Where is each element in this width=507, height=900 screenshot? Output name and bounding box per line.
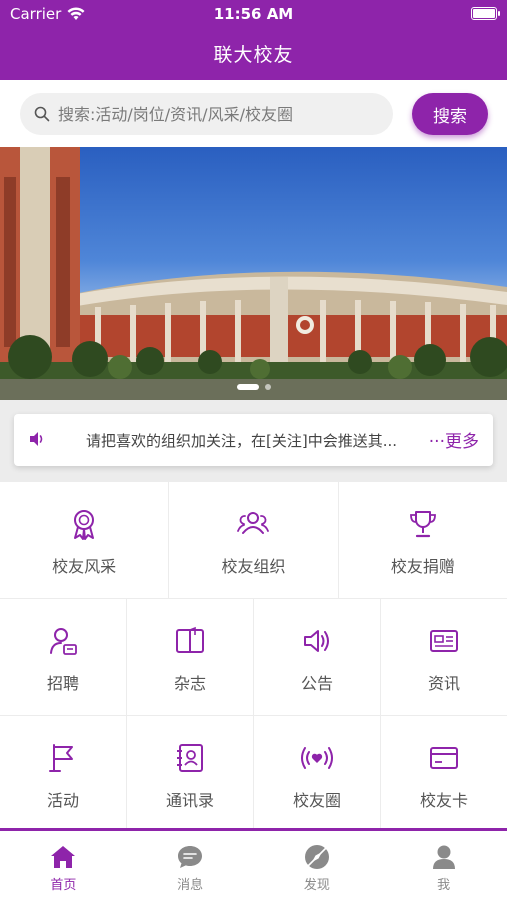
grid-item-label: 校友卡 (419, 791, 468, 810)
page-title: 联大校友 (213, 44, 294, 66)
tab-label: 消息 (177, 878, 204, 893)
group-icon (237, 512, 270, 534)
discover-icon (304, 845, 329, 869)
tab-home[interactable]: 首页 (0, 831, 127, 900)
trophy-icon (409, 511, 436, 538)
campus-building-image (0, 147, 507, 400)
carousel-dots (0, 384, 507, 390)
tab-messages[interactable]: 消息 (127, 831, 254, 900)
medal-icon (74, 510, 95, 540)
grid-item-alumni-donation[interactable]: 校友捐赠 (339, 482, 507, 598)
notice-text: 请把喜欢的组织加关注，在[关注]中会推送其... (86, 432, 398, 450)
speaker-icon (30, 432, 43, 446)
tab-label: 首页 (50, 878, 77, 893)
battery-icon (471, 7, 500, 20)
clock: 11:56 AM (213, 5, 294, 23)
feature-grid: 校友风采 校友组织 校友捐赠 招聘 杂志 公告 资讯 活动 通讯录 校友圈 校友… (0, 482, 507, 833)
grid-item-alumni-style[interactable]: 校友风采 (0, 482, 170, 598)
grid-item-magazine[interactable]: 杂志 (127, 599, 254, 715)
grid-item-label: 公告 (300, 674, 333, 693)
search-input[interactable] (58, 104, 368, 124)
grid-item-label: 活动 (46, 791, 79, 810)
grid-item-announcement[interactable]: 公告 (254, 599, 381, 715)
grid-item-label: 招聘 (46, 674, 79, 693)
banner-carousel[interactable] (0, 147, 507, 400)
grid-item-contacts[interactable]: 通讯录 (127, 716, 254, 832)
status-bar: Carrier 11:56 AM (0, 0, 507, 28)
bottom-tab-bar: 首页 消息 发现 我 (0, 828, 507, 900)
contacts-icon (177, 744, 203, 772)
grid-item-label: 校友捐赠 (390, 557, 455, 576)
recruit-icon (50, 628, 77, 655)
grid-item-label: 通讯录 (165, 791, 214, 810)
grid-item-label: 校友组织 (221, 557, 286, 576)
news-icon (430, 630, 458, 652)
carousel-dot-active[interactable] (236, 384, 259, 390)
tab-discover[interactable]: 发现 (254, 831, 381, 900)
grid-item-label: 杂志 (173, 674, 206, 693)
grid-item-recruit[interactable]: 招聘 (0, 599, 127, 715)
notice-bar[interactable]: 请把喜欢的组织加关注，在[关注]中会推送其... ···更多 (14, 414, 493, 466)
home-icon (51, 846, 76, 868)
tab-label: 我 (437, 878, 451, 893)
more-button[interactable]: ···更多 (429, 427, 479, 452)
search-field[interactable] (20, 93, 393, 135)
search-bar: 搜索 (0, 80, 507, 147)
grid-item-alumni-org[interactable]: 校友组织 (169, 482, 339, 598)
grid-item-alumni-circle[interactable]: 校友圈 (254, 716, 381, 832)
grid-item-activity[interactable]: 活动 (0, 716, 127, 832)
app-header: Carrier 11:56 AM 联大校友 (0, 0, 507, 80)
speaker-icon (304, 630, 329, 652)
grid-row-2: 招聘 杂志 公告 资讯 (0, 599, 507, 716)
chat-icon (178, 846, 203, 868)
search-button[interactable]: 搜索 (412, 93, 488, 135)
user-icon (432, 845, 455, 869)
search-icon (34, 106, 50, 122)
notice-section: 请把喜欢的组织加关注，在[关注]中会推送其... ···更多 (0, 400, 507, 482)
card-icon (430, 747, 458, 769)
grid-row-3: 活动 通讯录 校友圈 校友卡 (0, 716, 507, 833)
flag-icon (49, 744, 73, 772)
grid-item-alumni-card[interactable]: 校友卡 (381, 716, 507, 832)
tab-label: 发现 (303, 878, 330, 893)
grid-item-label: 校友风采 (52, 557, 117, 576)
book-icon (176, 626, 204, 653)
grid-item-news[interactable]: 资讯 (381, 599, 507, 715)
carousel-dot[interactable] (264, 384, 271, 390)
app-root: Carrier 11:56 AM 联大校友 搜索:活动/岗位/资讯/风采/校友圈… (0, 0, 507, 900)
grid-item-label: 资讯 (427, 674, 460, 693)
grid-item-label: 校友圈 (292, 791, 341, 810)
broadcast-heart-icon (301, 747, 333, 769)
grid-row-1: 校友风采 校友组织 校友捐赠 (0, 482, 507, 599)
tab-me[interactable]: 我 (380, 831, 507, 900)
